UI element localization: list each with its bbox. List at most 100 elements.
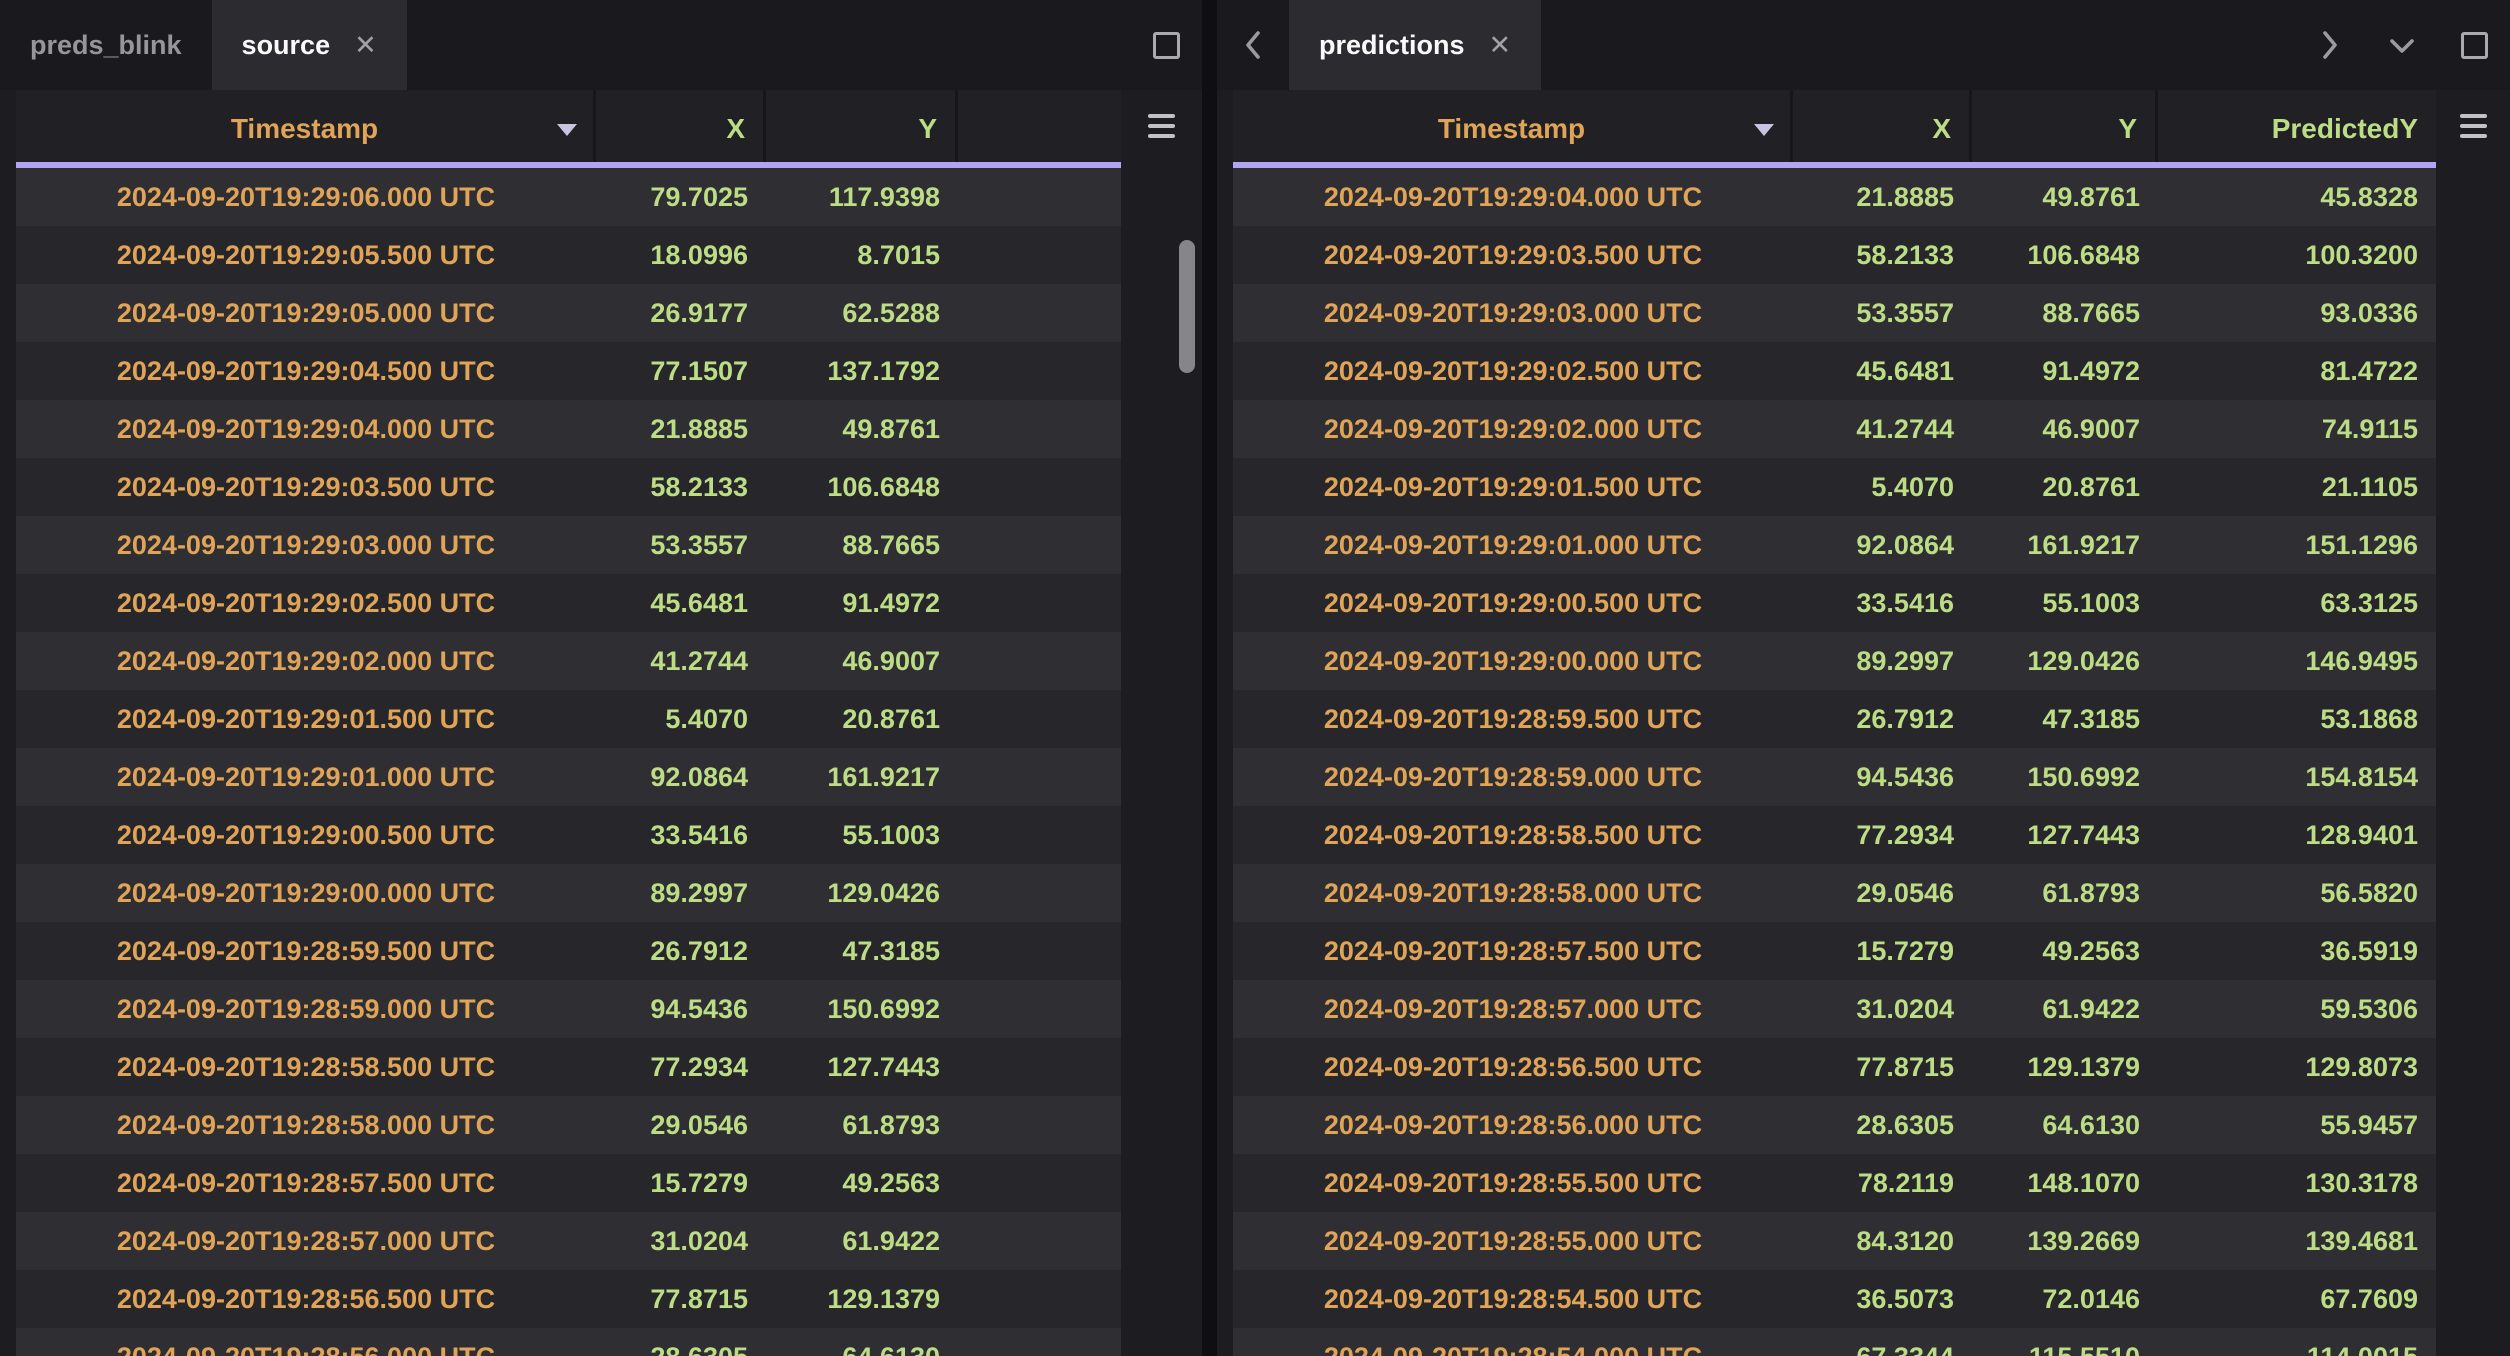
table-row[interactable]: 2024-09-20T19:29:05.500 UTC18.09968.7015 bbox=[16, 226, 1121, 284]
timestamp-cell: 2024-09-20T19:28:57.000 UTC bbox=[1233, 980, 1793, 1038]
column-header-y[interactable]: Y bbox=[766, 90, 958, 168]
table-row[interactable]: 2024-09-20T19:28:56.000 UTC28.630564.613… bbox=[16, 1328, 1121, 1356]
table-row[interactable]: 2024-09-20T19:28:58.500 UTC77.2934127.74… bbox=[1233, 806, 2436, 864]
table-row[interactable]: 2024-09-20T19:28:59.500 UTC26.791247.318… bbox=[1233, 690, 2436, 748]
table-row[interactable]: 2024-09-20T19:28:57.000 UTC31.020461.942… bbox=[16, 1212, 1121, 1270]
column-header-label: Timestamp bbox=[1438, 113, 1585, 145]
table-row[interactable]: 2024-09-20T19:28:56.500 UTC77.8715129.13… bbox=[1233, 1038, 2436, 1096]
table-row[interactable]: 2024-09-20T19:28:59.000 UTC94.5436150.69… bbox=[1233, 748, 2436, 806]
column-header-x[interactable]: X bbox=[596, 90, 766, 168]
value-cell: 46.9007 bbox=[766, 632, 958, 690]
maximize-icon bbox=[2461, 32, 2488, 59]
right-tab-bar: predictions ✕ bbox=[1217, 0, 2510, 90]
value-cell: 67.7609 bbox=[2158, 1270, 2436, 1328]
close-icon[interactable]: ✕ bbox=[1489, 32, 1512, 59]
table-row[interactable]: 2024-09-20T19:28:58.000 UTC29.054661.879… bbox=[16, 1096, 1121, 1154]
table-row[interactable]: 2024-09-20T19:29:01.500 UTC5.407020.8761 bbox=[16, 690, 1121, 748]
value-cell: 36.5919 bbox=[2158, 922, 2436, 980]
maximize-button[interactable] bbox=[2438, 0, 2510, 90]
column-header-y[interactable]: Y bbox=[1972, 90, 2158, 168]
table-row[interactable]: 2024-09-20T19:28:55.000 UTC84.3120139.26… bbox=[1233, 1212, 2436, 1270]
column-header-x[interactable]: X bbox=[1793, 90, 1972, 168]
value-cell: 59.5306 bbox=[2158, 980, 2436, 1038]
table-row[interactable]: 2024-09-20T19:29:04.000 UTC21.888549.876… bbox=[16, 400, 1121, 458]
timestamp-cell: 2024-09-20T19:29:05.500 UTC bbox=[16, 226, 596, 284]
table-row[interactable]: 2024-09-20T19:28:57.500 UTC15.727949.256… bbox=[1233, 922, 2436, 980]
table-row[interactable]: 2024-09-20T19:29:03.000 UTC53.355788.766… bbox=[1233, 284, 2436, 342]
tab-list-button[interactable] bbox=[2366, 0, 2438, 90]
column-dropdown-icon[interactable] bbox=[557, 124, 577, 136]
table-row[interactable]: 2024-09-20T19:28:54.500 UTC36.507372.014… bbox=[1233, 1270, 2436, 1328]
timestamp-cell: 2024-09-20T19:29:02.000 UTC bbox=[1233, 400, 1793, 458]
tab-source[interactable]: source ✕ bbox=[212, 0, 407, 90]
tab-predictions[interactable]: predictions ✕ bbox=[1289, 0, 1541, 90]
timestamp-cell: 2024-09-20T19:29:00.500 UTC bbox=[1233, 574, 1793, 632]
maximize-button[interactable] bbox=[1130, 0, 1202, 90]
value-cell: 93.0336 bbox=[2158, 284, 2436, 342]
column-dropdown-icon[interactable] bbox=[1754, 124, 1774, 136]
close-icon[interactable]: ✕ bbox=[354, 32, 377, 59]
table-row[interactable]: 2024-09-20T19:29:06.000 UTC79.7025117.93… bbox=[16, 168, 1121, 226]
table-row[interactable]: 2024-09-20T19:28:57.000 UTC31.020461.942… bbox=[1233, 980, 2436, 1038]
table-row[interactable]: 2024-09-20T19:28:58.500 UTC77.2934127.74… bbox=[16, 1038, 1121, 1096]
table-row[interactable]: 2024-09-20T19:29:02.000 UTC41.274446.900… bbox=[16, 632, 1121, 690]
column-header-label: Y bbox=[2118, 113, 2137, 145]
filler-cell bbox=[958, 980, 1121, 1038]
scrollbar-thumb[interactable] bbox=[1179, 240, 1195, 373]
value-cell: 106.6848 bbox=[766, 458, 958, 516]
right-table-columns: Timestamp X Y PredictedY 2024-09-20T19:2… bbox=[1233, 90, 2436, 1356]
filler-cell bbox=[958, 1096, 1121, 1154]
timestamp-cell: 2024-09-20T19:28:59.000 UTC bbox=[16, 980, 596, 1038]
table-row[interactable]: 2024-09-20T19:29:05.000 UTC26.917762.528… bbox=[16, 284, 1121, 342]
table-row[interactable]: 2024-09-20T19:28:59.000 UTC94.5436150.69… bbox=[16, 980, 1121, 1038]
history-forward-button[interactable] bbox=[2294, 0, 2366, 90]
value-cell: 139.2669 bbox=[1972, 1212, 2158, 1270]
table-row[interactable]: 2024-09-20T19:28:57.500 UTC15.727949.256… bbox=[16, 1154, 1121, 1212]
table-row[interactable]: 2024-09-20T19:28:54.000 UTC67.3344115.55… bbox=[1233, 1328, 2436, 1356]
value-cell: 79.7025 bbox=[596, 168, 766, 226]
table-row[interactable]: 2024-09-20T19:28:55.500 UTC78.2119148.10… bbox=[1233, 1154, 2436, 1212]
table-row[interactable]: 2024-09-20T19:29:02.000 UTC41.274446.900… bbox=[1233, 400, 2436, 458]
column-header-timestamp[interactable]: Timestamp bbox=[16, 90, 596, 168]
table-row[interactable]: 2024-09-20T19:29:03.500 UTC58.2133106.68… bbox=[1233, 226, 2436, 284]
table-row[interactable]: 2024-09-20T19:29:02.500 UTC45.648191.497… bbox=[1233, 342, 2436, 400]
table-row[interactable]: 2024-09-20T19:29:03.500 UTC58.2133106.68… bbox=[16, 458, 1121, 516]
value-cell: 61.9422 bbox=[1972, 980, 2158, 1038]
value-cell: 127.7443 bbox=[1972, 806, 2158, 864]
table-row[interactable]: 2024-09-20T19:28:56.500 UTC77.8715129.13… bbox=[16, 1270, 1121, 1328]
table-row[interactable]: 2024-09-20T19:29:01.000 UTC92.0864161.92… bbox=[16, 748, 1121, 806]
timestamp-cell: 2024-09-20T19:29:03.000 UTC bbox=[1233, 284, 1793, 342]
table-row[interactable]: 2024-09-20T19:29:00.000 UTC89.2997129.04… bbox=[16, 864, 1121, 922]
filler-cell bbox=[958, 1328, 1121, 1356]
table-row[interactable]: 2024-09-20T19:29:01.000 UTC92.0864161.92… bbox=[1233, 516, 2436, 574]
filler-cell bbox=[958, 748, 1121, 806]
value-cell: 146.9495 bbox=[2158, 632, 2436, 690]
value-cell: 15.7279 bbox=[596, 1154, 766, 1212]
table-row[interactable]: 2024-09-20T19:29:00.000 UTC89.2997129.04… bbox=[1233, 632, 2436, 690]
table-row[interactable]: 2024-09-20T19:28:59.500 UTC26.791247.318… bbox=[16, 922, 1121, 980]
value-cell: 94.5436 bbox=[596, 980, 766, 1038]
value-cell: 129.1379 bbox=[1972, 1038, 2158, 1096]
column-header-timestamp[interactable]: Timestamp bbox=[1233, 90, 1793, 168]
table-row[interactable]: 2024-09-20T19:29:04.000 UTC21.888549.876… bbox=[1233, 168, 2436, 226]
table-row[interactable]: 2024-09-20T19:28:58.000 UTC29.054661.879… bbox=[1233, 864, 2436, 922]
history-back-button[interactable] bbox=[1217, 0, 1289, 90]
timestamp-cell: 2024-09-20T19:29:04.000 UTC bbox=[16, 400, 596, 458]
table-row[interactable]: 2024-09-20T19:29:04.500 UTC77.1507137.17… bbox=[16, 342, 1121, 400]
table-row[interactable]: 2024-09-20T19:29:00.500 UTC33.541655.100… bbox=[16, 806, 1121, 864]
value-cell: 61.9422 bbox=[766, 1212, 958, 1270]
column-header-predictedy[interactable]: PredictedY bbox=[2158, 90, 2436, 168]
right-table-body: 2024-09-20T19:29:04.000 UTC21.888549.876… bbox=[1233, 168, 2436, 1356]
table-menu-icon[interactable] bbox=[2460, 114, 2487, 138]
timestamp-cell: 2024-09-20T19:28:55.500 UTC bbox=[1233, 1154, 1793, 1212]
table-menu-icon[interactable] bbox=[1148, 114, 1175, 138]
table-row[interactable]: 2024-09-20T19:29:03.000 UTC53.355788.766… bbox=[16, 516, 1121, 574]
left-table-columns: Timestamp X Y 2024-09-20T19:29:06.000 UT… bbox=[16, 90, 1121, 1356]
table-row[interactable]: 2024-09-20T19:29:00.500 UTC33.541655.100… bbox=[1233, 574, 2436, 632]
value-cell: 64.6130 bbox=[766, 1328, 958, 1356]
value-cell: 53.1868 bbox=[2158, 690, 2436, 748]
table-row[interactable]: 2024-09-20T19:29:02.500 UTC45.648191.497… bbox=[16, 574, 1121, 632]
table-row[interactable]: 2024-09-20T19:28:56.000 UTC28.630564.613… bbox=[1233, 1096, 2436, 1154]
table-row[interactable]: 2024-09-20T19:29:01.500 UTC5.407020.8761… bbox=[1233, 458, 2436, 516]
tab-preds-blink[interactable]: preds_blink bbox=[0, 0, 212, 90]
